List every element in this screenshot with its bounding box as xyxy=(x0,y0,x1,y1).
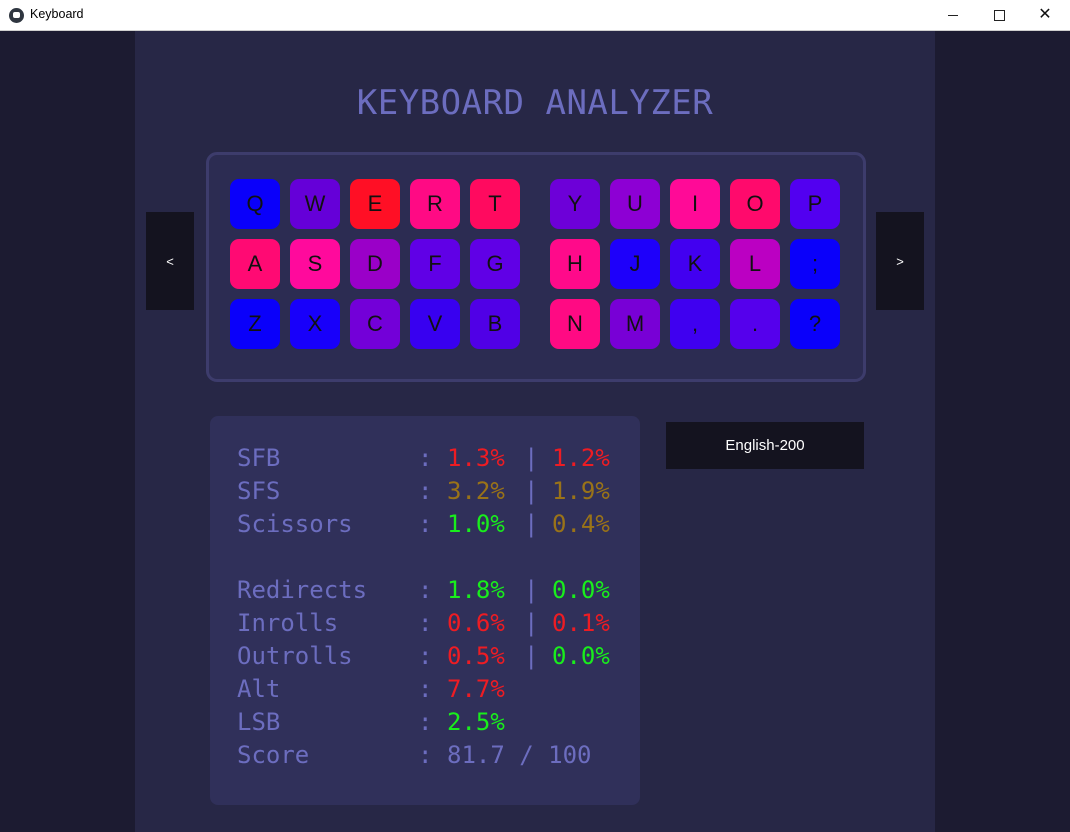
key-1-6[interactable]: J xyxy=(610,239,660,289)
right-margin xyxy=(935,31,1070,832)
stat-value-secondary: 1.2% xyxy=(552,444,610,472)
stat-value-secondary: 0.0% xyxy=(552,576,610,604)
maximize-button[interactable] xyxy=(976,0,1022,30)
stat-name: LSB xyxy=(237,708,281,736)
stats-panel: SFB:1.3% | 1.2% SFS:3.2% | 1.9% Scissors:1.0% |… xyxy=(210,416,640,805)
stat-divider: | xyxy=(524,576,539,604)
stat-value-primary: 1.3% xyxy=(447,444,505,472)
stat-name: SFB xyxy=(237,444,281,472)
key-0-4[interactable]: T xyxy=(470,179,520,229)
key-0-9[interactable]: P xyxy=(790,179,840,229)
key-1-2[interactable]: D xyxy=(350,239,400,289)
stat-separator: : xyxy=(418,609,433,637)
stat-value-primary: 1.8% xyxy=(447,576,505,604)
page-title: KEYBOARD ANALYZER xyxy=(356,83,714,123)
key-1-1[interactable]: S xyxy=(290,239,340,289)
key-0-3[interactable]: R xyxy=(410,179,460,229)
next-layout-button[interactable]: > xyxy=(876,212,924,310)
key-0-7[interactable]: I xyxy=(670,179,720,229)
key-0-0[interactable]: Q xyxy=(230,179,280,229)
key-2-8[interactable]: . xyxy=(730,299,780,349)
key-2-7[interactable]: , xyxy=(670,299,720,349)
key-2-3[interactable]: V xyxy=(410,299,460,349)
stat-value-primary: 0.5% xyxy=(447,642,505,670)
stat-value-primary: 2.5% xyxy=(447,708,505,736)
stat-value-secondary: 0.0% xyxy=(552,642,610,670)
close-button[interactable]: ✕ xyxy=(1022,0,1068,30)
key-1-3[interactable]: F xyxy=(410,239,460,289)
stat-value-secondary: 0.1% xyxy=(552,609,610,637)
stat-separator: : xyxy=(418,642,433,670)
key-1-0[interactable]: A xyxy=(230,239,280,289)
previous-layout-button[interactable]: < xyxy=(146,212,194,310)
stat-value-primary: 1.0% xyxy=(447,510,505,538)
stat-separator: : xyxy=(418,477,433,505)
key-2-9[interactable]: ? xyxy=(790,299,840,349)
key-2-0[interactable]: Z xyxy=(230,299,280,349)
stat-separator: : xyxy=(418,510,433,538)
key-2-1[interactable]: X xyxy=(290,299,340,349)
key-2-5[interactable]: N xyxy=(550,299,600,349)
app-area: KEYBOARD ANALYZER < > QWERTYUIOP ASDFGHJK… xyxy=(0,31,1070,832)
stat-separator: : xyxy=(418,444,433,472)
stat-separator: : xyxy=(418,741,433,769)
stat-name: SFS xyxy=(237,477,281,505)
left-margin xyxy=(0,31,135,832)
window-title: Keyboard xyxy=(30,7,84,21)
stat-name: Scissors xyxy=(237,510,353,538)
key-2-4[interactable]: B xyxy=(470,299,520,349)
stat-divider: | xyxy=(524,609,539,637)
window-titlebar: Keyboard ✕ xyxy=(0,0,1070,31)
key-1-4[interactable]: G xyxy=(470,239,520,289)
stat-separator: : xyxy=(418,708,433,736)
key-0-1[interactable]: W xyxy=(290,179,340,229)
stat-name: Redirects xyxy=(237,576,368,604)
key-0-5[interactable]: Y xyxy=(550,179,600,229)
stat-value-primary: 3.2% xyxy=(447,477,505,505)
key-0-8[interactable]: O xyxy=(730,179,780,229)
stat-separator: : xyxy=(418,576,433,604)
stat-value-primary: 7.7% xyxy=(447,675,505,703)
dataset-selector-button[interactable]: English-200 xyxy=(666,422,864,469)
key-0-2[interactable]: E xyxy=(350,179,400,229)
key-0-6[interactable]: U xyxy=(610,179,660,229)
stat-name: Score xyxy=(237,741,310,769)
stat-divider: | xyxy=(524,477,539,505)
keyboard-layout-panel: Q W E R T Y U I O P A S D F G H J K L; Z X C V B N M,.? xyxy=(206,152,866,382)
stat-value-primary: 0.6% xyxy=(447,609,505,637)
stat-name: Alt xyxy=(237,675,281,703)
stat-name: Outrolls xyxy=(237,642,353,670)
stat-value-secondary: 1.9% xyxy=(552,477,610,505)
minimize-icon xyxy=(948,14,958,16)
stat-divider: | xyxy=(524,510,539,538)
maximize-icon xyxy=(993,9,1005,21)
key-2-2[interactable]: C xyxy=(350,299,400,349)
stat-value-secondary: 0.4% xyxy=(552,510,610,538)
key-1-8[interactable]: L xyxy=(730,239,780,289)
close-icon: ✕ xyxy=(1038,6,1052,23)
key-1-7[interactable]: K xyxy=(670,239,720,289)
app-logo-icon xyxy=(9,8,24,23)
minimize-button[interactable] xyxy=(930,0,976,30)
stat-name: Inrolls xyxy=(237,609,339,637)
stat-divider: | xyxy=(524,642,539,670)
stat-separator: : xyxy=(418,675,433,703)
key-1-9[interactable]: ; xyxy=(790,239,840,289)
stat-value-primary: 81.7 / 100 xyxy=(447,741,592,769)
stat-divider: | xyxy=(524,444,539,472)
key-2-6[interactable]: M xyxy=(610,299,660,349)
key-1-5[interactable]: H xyxy=(550,239,600,289)
